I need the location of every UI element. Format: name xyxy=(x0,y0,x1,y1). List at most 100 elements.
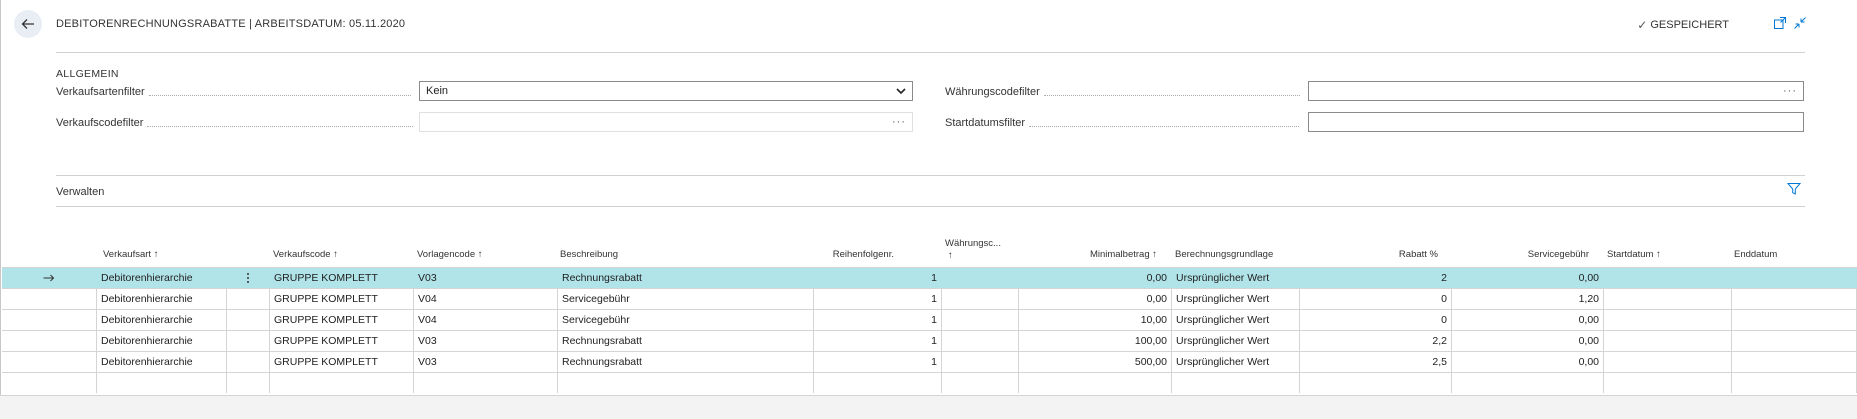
row-menu-cell[interactable] xyxy=(227,268,270,288)
cell-start-date[interactable] xyxy=(1604,268,1732,288)
cell-sales-code[interactable]: GRUPPE KOMPLETT xyxy=(270,352,414,372)
cell-sequence[interactable]: 1 xyxy=(814,331,942,351)
cell-calc-basis[interactable]: Ursprünglicher Wert xyxy=(1172,352,1300,372)
cell-sequence[interactable]: 1 xyxy=(814,310,942,330)
cell-discount-pct[interactable]: 0 xyxy=(1300,289,1452,309)
row-menu-cell[interactable] xyxy=(227,310,270,330)
cell-currency[interactable] xyxy=(942,310,1019,330)
col-header-end-date[interactable]: Enddatum xyxy=(1734,249,1777,260)
cell-sales-type[interactable]: Debitorenhierarchie xyxy=(97,331,227,351)
cell-calc-basis[interactable]: Ursprünglicher Wert xyxy=(1172,268,1300,288)
manage-action-group[interactable]: Verwalten xyxy=(56,186,104,198)
cell-min-amount[interactable]: 10,00 xyxy=(1019,310,1172,330)
cell-currency[interactable] xyxy=(942,289,1019,309)
filter-button[interactable] xyxy=(1786,182,1802,196)
cell-description[interactable] xyxy=(558,373,814,393)
cell-discount-pct[interactable]: 2 xyxy=(1300,268,1452,288)
cell-sequence[interactable]: 1 xyxy=(814,289,942,309)
cell-service-fee[interactable]: 0,00 xyxy=(1452,268,1604,288)
table-row[interactable] xyxy=(2,372,1857,393)
table-row[interactable]: Debitorenhierarchie GRUPPE KOMPLETT V03 Rec… xyxy=(2,330,1857,351)
row-indicator-cell[interactable] xyxy=(2,310,97,330)
cell-service-fee[interactable]: 0,00 xyxy=(1452,352,1604,372)
cell-sales-type[interactable]: Debitorenhierarchie xyxy=(97,352,227,372)
cell-start-date[interactable] xyxy=(1604,373,1732,393)
cell-sales-type[interactable]: Debitorenhierarchie xyxy=(97,310,227,330)
cell-template-code[interactable]: V03 xyxy=(414,352,558,372)
row-menu-cell[interactable] xyxy=(227,352,270,372)
col-header-currency[interactable]: Währungsc... xyxy=(945,238,1001,249)
cell-start-date[interactable] xyxy=(1604,310,1732,330)
col-header-sequence[interactable]: Reihenfolgenr. xyxy=(833,249,894,260)
row-menu-cell[interactable] xyxy=(227,373,270,393)
lookup-ellipsis-button[interactable]: ··· xyxy=(892,116,906,128)
cell-min-amount[interactable] xyxy=(1019,373,1172,393)
cell-currency[interactable] xyxy=(942,352,1019,372)
cell-sales-code[interactable]: GRUPPE KOMPLETT xyxy=(270,289,414,309)
sales-code-filter-input[interactable]: ··· xyxy=(419,112,913,132)
cell-sales-type[interactable]: Debitorenhierarchie xyxy=(97,289,227,309)
cell-currency[interactable] xyxy=(942,331,1019,351)
collapse-button[interactable] xyxy=(1793,16,1807,30)
cell-sales-type[interactable] xyxy=(97,373,227,393)
cell-min-amount[interactable]: 0,00 xyxy=(1019,268,1172,288)
cell-currency[interactable] xyxy=(942,373,1019,393)
cell-discount-pct[interactable]: 2,2 xyxy=(1300,331,1452,351)
cell-start-date[interactable] xyxy=(1604,331,1732,351)
cell-calc-basis[interactable]: Ursprünglicher Wert xyxy=(1172,289,1300,309)
sales-type-filter-select[interactable]: Kein xyxy=(419,81,913,101)
cell-discount-pct[interactable]: 2,5 xyxy=(1300,352,1452,372)
cell-template-code[interactable]: V03 xyxy=(414,331,558,351)
cell-discount-pct[interactable]: 0 xyxy=(1300,310,1452,330)
col-header-sales-type[interactable]: Verkaufsart ↑ xyxy=(103,249,158,260)
cell-template-code[interactable]: V04 xyxy=(414,289,558,309)
col-header-start-date[interactable]: Startdatum ↑ xyxy=(1607,249,1661,260)
table-row[interactable]: Debitorenhierarchie GRUPPE KOMPLETT V04 Ser… xyxy=(2,309,1857,330)
cell-description[interactable]: Servicegebühr xyxy=(558,289,814,309)
table-row[interactable]: Debitorenhierarchie GRUPPE KOMPLETT V03 Rec… xyxy=(2,351,1857,372)
col-header-min-amount[interactable]: Minimalbetrag ↑ xyxy=(1090,249,1157,260)
cell-sales-code[interactable]: GRUPPE KOMPLETT xyxy=(270,310,414,330)
col-header-service-fee[interactable]: Servicegebühr xyxy=(1528,249,1589,260)
cell-min-amount[interactable]: 0,00 xyxy=(1019,289,1172,309)
cell-discount-pct[interactable] xyxy=(1300,373,1452,393)
cell-end-date[interactable] xyxy=(1732,352,1857,372)
row-indicator-cell[interactable] xyxy=(2,352,97,372)
more-options-icon[interactable] xyxy=(246,272,250,284)
row-menu-cell[interactable] xyxy=(227,331,270,351)
cell-template-code[interactable]: V04 xyxy=(414,310,558,330)
start-date-filter-input[interactable] xyxy=(1308,112,1804,132)
cell-service-fee[interactable] xyxy=(1452,373,1604,393)
cell-sales-code[interactable]: GRUPPE KOMPLETT xyxy=(270,331,414,351)
cell-template-code[interactable]: V03 xyxy=(414,268,558,288)
row-indicator-cell[interactable] xyxy=(2,373,97,393)
cell-service-fee[interactable]: 0,00 xyxy=(1452,310,1604,330)
cell-service-fee[interactable]: 1,20 xyxy=(1452,289,1604,309)
cell-end-date[interactable] xyxy=(1732,331,1857,351)
table-row[interactable]: Debitorenhierarchie GRUPPE KOMPLETT V04 Ser… xyxy=(2,288,1857,309)
cell-end-date[interactable] xyxy=(1732,289,1857,309)
row-indicator-cell[interactable] xyxy=(2,289,97,309)
cell-min-amount[interactable]: 500,00 xyxy=(1019,352,1172,372)
open-new-window-button[interactable] xyxy=(1773,16,1787,30)
back-button[interactable] xyxy=(14,10,42,38)
cell-calc-basis[interactable] xyxy=(1172,373,1300,393)
cell-min-amount[interactable]: 100,00 xyxy=(1019,331,1172,351)
cell-currency[interactable] xyxy=(942,268,1019,288)
cell-end-date[interactable] xyxy=(1732,310,1857,330)
cell-description[interactable]: Rechnungsrabatt xyxy=(558,352,814,372)
cell-sequence[interactable] xyxy=(814,373,942,393)
row-menu-cell[interactable] xyxy=(227,289,270,309)
cell-sequence[interactable]: 1 xyxy=(814,268,942,288)
cell-calc-basis[interactable]: Ursprünglicher Wert xyxy=(1172,331,1300,351)
cell-sales-code[interactable] xyxy=(270,373,414,393)
cell-end-date[interactable] xyxy=(1732,268,1857,288)
cell-start-date[interactable] xyxy=(1604,289,1732,309)
col-header-description[interactable]: Beschreibung xyxy=(560,249,618,260)
row-indicator-cell[interactable] xyxy=(2,331,97,351)
cell-service-fee[interactable]: 0,00 xyxy=(1452,331,1604,351)
cell-sales-code[interactable]: GRUPPE KOMPLETT xyxy=(270,268,414,288)
cell-calc-basis[interactable]: Ursprünglicher Wert xyxy=(1172,310,1300,330)
cell-description[interactable]: Rechnungsrabatt xyxy=(558,331,814,351)
cell-template-code[interactable] xyxy=(414,373,558,393)
